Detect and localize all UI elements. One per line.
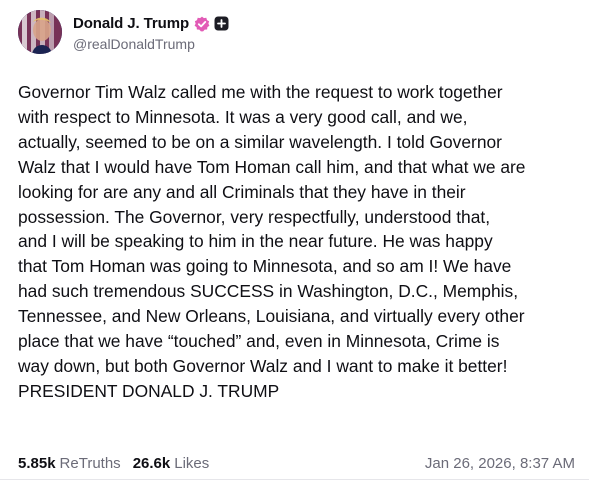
retruths-label: ReTruths (59, 454, 121, 472)
post-header: Donald J. Trump @realDonaldTrump (18, 10, 229, 54)
avatar[interactable] (18, 10, 62, 54)
likes-count: 26.6k (132, 454, 171, 472)
likes-label: Likes (174, 454, 210, 472)
plus-square-icon[interactable] (214, 16, 229, 31)
likes-stat[interactable]: 26.6k Likes (133, 455, 210, 472)
retruths-count: 5.85k (18, 454, 56, 472)
author-handle[interactable]: @realDonaldTrump (73, 36, 229, 52)
post-card: Donald J. Trump @realDonaldTrump Governo… (0, 0, 589, 480)
post-footer: 5.85k ReTruths 26.6k Likes Jan 26, 2026,… (18, 451, 575, 475)
post-text: Governor Tim Walz called me with the req… (18, 82, 526, 401)
author-name-row: Donald J. Trump (73, 13, 229, 35)
verified-badge-icon (194, 16, 210, 32)
author-display-name[interactable]: Donald J. Trump (73, 15, 189, 32)
author-info: Donald J. Trump @realDonaldTrump (73, 13, 229, 52)
post-timestamp[interactable]: Jan 26, 2026, 8:37 AM (425, 455, 575, 472)
retruths-stat[interactable]: 5.85k ReTruths (18, 455, 121, 472)
